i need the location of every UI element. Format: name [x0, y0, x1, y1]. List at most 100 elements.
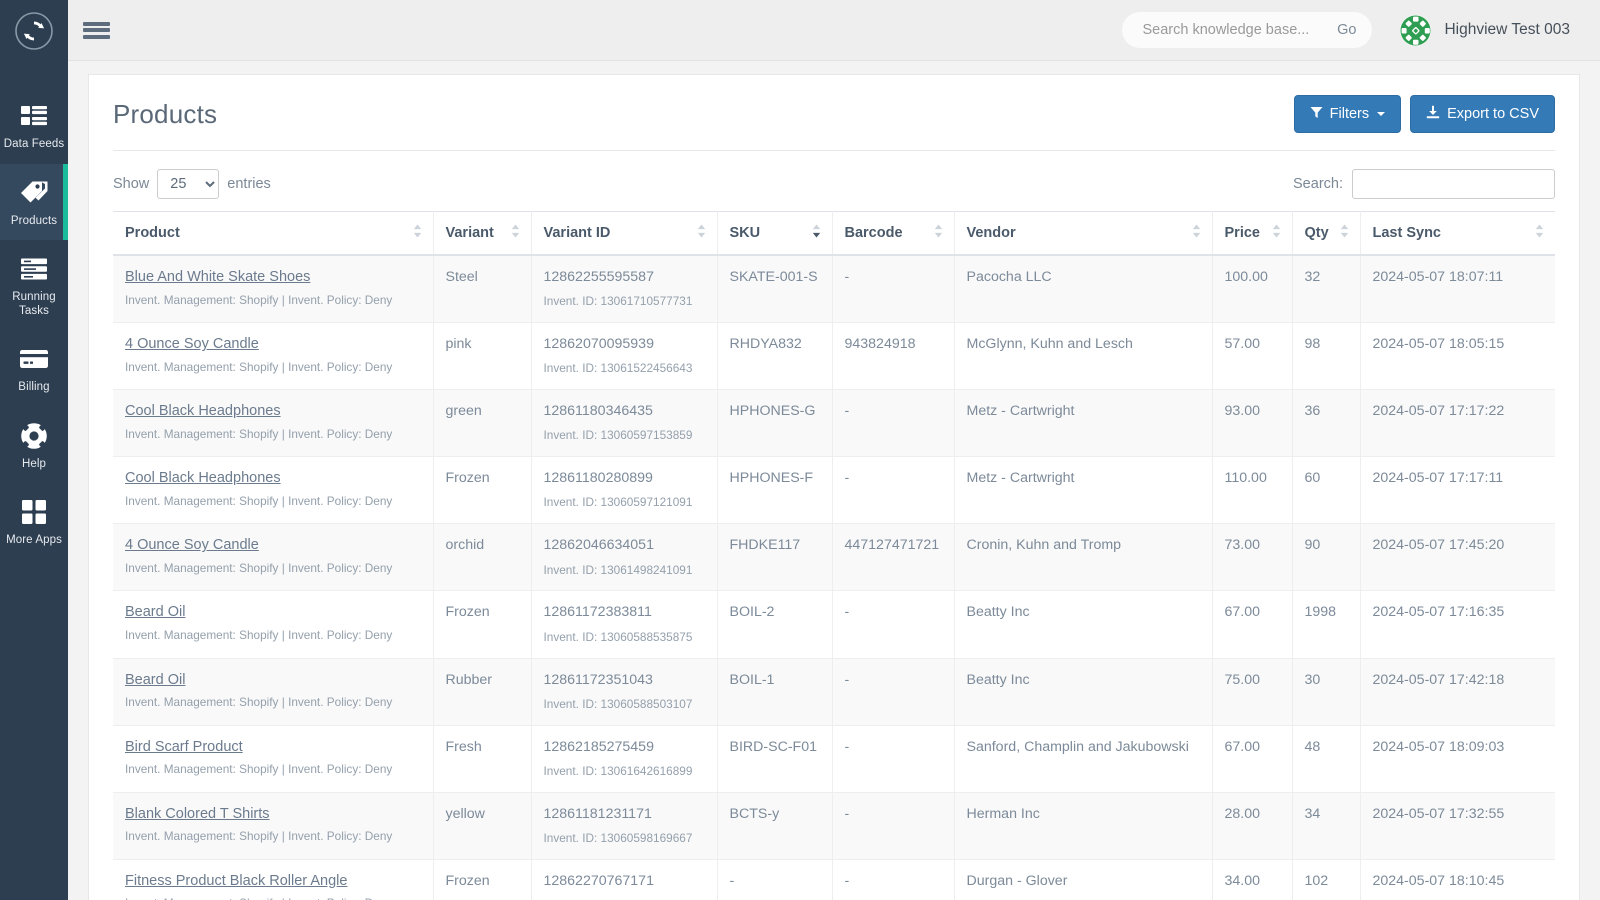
sort-arrows-icon[interactable]	[412, 224, 423, 243]
product-meta: Invent. Management: Shopify | Invent. Po…	[125, 896, 421, 900]
table-row[interactable]: Cool Black Headphones Invent. Management:…	[113, 456, 1555, 525]
sidebar-item-products[interactable]: Products	[0, 163, 68, 240]
cell-last-sync: 2024-05-07 17:45:20	[1360, 523, 1555, 592]
sidebar-item-help[interactable]: Help	[0, 407, 68, 484]
table-row[interactable]: Fitness Product Black Roller Angle Invent…	[113, 859, 1555, 900]
knowledge-base-search[interactable]: Go	[1122, 12, 1373, 48]
cell-last-sync: 2024-05-07 17:42:18	[1360, 658, 1555, 726]
export-csv-button[interactable]: Export to CSV	[1410, 95, 1555, 133]
variant-id-value: 12861172383811	[543, 604, 652, 621]
column-header-variant[interactable]: Variant	[433, 211, 532, 256]
cell-sku: HPHONES-G	[717, 389, 833, 458]
cell-product: Cool Black Headphones Invent. Management:…	[113, 456, 434, 525]
product-link[interactable]: Beard Oil	[125, 603, 185, 623]
column-header-label: Last Sync	[1372, 225, 1442, 241]
cell-product: Beard Oil Invent. Management: Shopify | I…	[113, 590, 434, 659]
cell-variant: Frozen	[433, 859, 532, 900]
cell-sku: BIRD-SC-F01	[717, 725, 833, 793]
column-header-last-sync[interactable]: Last Sync	[1360, 211, 1555, 256]
cell-vendor: Pacocha LLC	[954, 255, 1213, 324]
sort-arrows-icon[interactable]	[696, 224, 707, 243]
column-header-barcode[interactable]: Barcode	[832, 211, 955, 256]
table-search-input[interactable]	[1352, 169, 1555, 199]
sort-arrows-icon[interactable]	[1191, 224, 1202, 243]
sort-arrows-icon[interactable]	[1271, 224, 1282, 243]
inventory-id-value: Invent. ID: 13060597153859	[543, 428, 693, 443]
product-meta: Invent. Management: Shopify | Invent. Po…	[125, 695, 393, 710]
cell-price: 67.00	[1212, 725, 1293, 793]
column-header-vendor[interactable]: Vendor	[954, 211, 1213, 256]
table-row[interactable]: Beard Oil Invent. Management: Shopify | I…	[113, 658, 1555, 726]
cell-vendor: Herman Inc	[954, 792, 1213, 860]
sidebar-item-more-apps[interactable]: More Apps	[0, 483, 68, 560]
column-header-label: Variant ID	[543, 225, 611, 241]
page-title: Products	[113, 98, 218, 129]
search-input[interactable]	[1140, 21, 1328, 39]
panel-actions: Filters Export to CSV	[1293, 95, 1555, 133]
cell-variant: Frozen	[433, 456, 532, 525]
table-toolbar: Show 102550100 entries Search:	[89, 151, 1579, 211]
product-link[interactable]: 4 Ounce Soy Candle	[125, 335, 259, 355]
product-link[interactable]: 4 Ounce Soy Candle	[125, 536, 259, 556]
inventory-id-value: Invent. ID: 13060597121091	[543, 495, 693, 510]
inventory-id-value: Invent. ID: 13061642616899	[543, 763, 693, 778]
cell-sku: BOIL-1	[717, 658, 833, 726]
product-link[interactable]: Fitness Product Black Roller Angle	[125, 872, 347, 892]
table-row[interactable]: 4 Ounce Soy Candle Invent. Management: Sh…	[113, 523, 1555, 592]
product-link[interactable]: Bird Scarf Product	[125, 738, 243, 758]
column-header-variant-id[interactable]: Variant ID	[531, 211, 718, 256]
table-row[interactable]: Cool Black Headphones Invent. Management:…	[113, 389, 1555, 458]
cell-last-sync: 2024-05-07 18:09:03	[1360, 725, 1555, 793]
table-row[interactable]: Blank Colored T Shirts Invent. Management…	[113, 792, 1555, 860]
variant-id-value: 12861181231171	[543, 805, 652, 822]
sort-arrows-icon[interactable]	[811, 224, 822, 243]
column-header-qty[interactable]: Qty	[1292, 211, 1361, 256]
product-link[interactable]: Cool Black Headphones	[125, 402, 281, 422]
cell-price: 93.00	[1212, 389, 1293, 458]
product-link[interactable]: Blank Colored T Shirts	[125, 805, 270, 825]
filters-button[interactable]: Filters	[1293, 95, 1402, 133]
column-header-label: Variant	[445, 225, 494, 241]
column-header-product[interactable]: Product	[113, 211, 434, 256]
show-label: Show	[113, 176, 150, 192]
page-length-select[interactable]: 102550100	[157, 169, 220, 199]
user-name[interactable]: Highview Test 003	[1444, 21, 1570, 39]
table-row[interactable]: Bird Scarf Product Invent. Management: Sh…	[113, 725, 1555, 793]
table-row[interactable]: Blue And White Skate Shoes Invent. Manage…	[113, 255, 1555, 324]
column-header-sku[interactable]: SKU	[717, 211, 833, 256]
cell-barcode: -	[832, 725, 955, 793]
sidebar-item-running-tasks[interactable]: Running Tasks	[0, 240, 68, 330]
search-go-button[interactable]: Go	[1327, 22, 1366, 38]
cell-sku: RHDYA832	[717, 322, 833, 391]
sidebar-item-data-feeds[interactable]: Data Feeds	[0, 87, 68, 164]
product-link[interactable]: Beard Oil	[125, 671, 185, 691]
column-header-label: Barcode	[844, 225, 903, 241]
cell-variant: green	[433, 389, 532, 458]
table-row[interactable]: 4 Ounce Soy Candle Invent. Management: Sh…	[113, 322, 1555, 391]
filters-button-label: Filters	[1329, 106, 1370, 122]
sort-arrows-icon[interactable]	[933, 224, 944, 243]
hamburger-icon[interactable]	[68, 0, 124, 61]
inventory-id-value: Invent. ID: 13061498241091	[543, 562, 693, 577]
cell-vendor: McGlynn, Kuhn and Lesch	[954, 322, 1213, 391]
cell-sku: HPHONES-F	[717, 456, 833, 525]
table-row[interactable]: Beard Oil Invent. Management: Shopify | I…	[113, 590, 1555, 659]
product-meta: Invent. Management: Shopify | Invent. Po…	[125, 829, 393, 844]
app-logo[interactable]	[0, 0, 68, 61]
cell-qty: 60	[1292, 456, 1361, 525]
variant-id-value: 12862070095939	[543, 336, 654, 353]
sort-arrows-icon[interactable]	[1339, 224, 1350, 243]
variant-id-value: 12862046634051	[543, 537, 654, 554]
inventory-id-value: Invent. ID: 13061710577731	[543, 294, 693, 309]
avatar[interactable]	[1400, 14, 1432, 46]
cell-price: 100.00	[1212, 255, 1293, 324]
product-link[interactable]: Cool Black Headphones	[125, 469, 281, 489]
column-header-price[interactable]: Price	[1212, 211, 1293, 256]
product-link[interactable]: Blue And White Skate Shoes	[125, 268, 310, 288]
cell-vendor: Metz - Cartwright	[954, 389, 1213, 458]
sidebar-item-billing[interactable]: Billing	[0, 330, 68, 407]
sort-arrows-icon[interactable]	[510, 224, 521, 243]
cell-barcode: -	[832, 389, 955, 458]
sort-arrows-icon[interactable]	[1534, 224, 1545, 243]
cell-barcode: -	[832, 590, 955, 659]
